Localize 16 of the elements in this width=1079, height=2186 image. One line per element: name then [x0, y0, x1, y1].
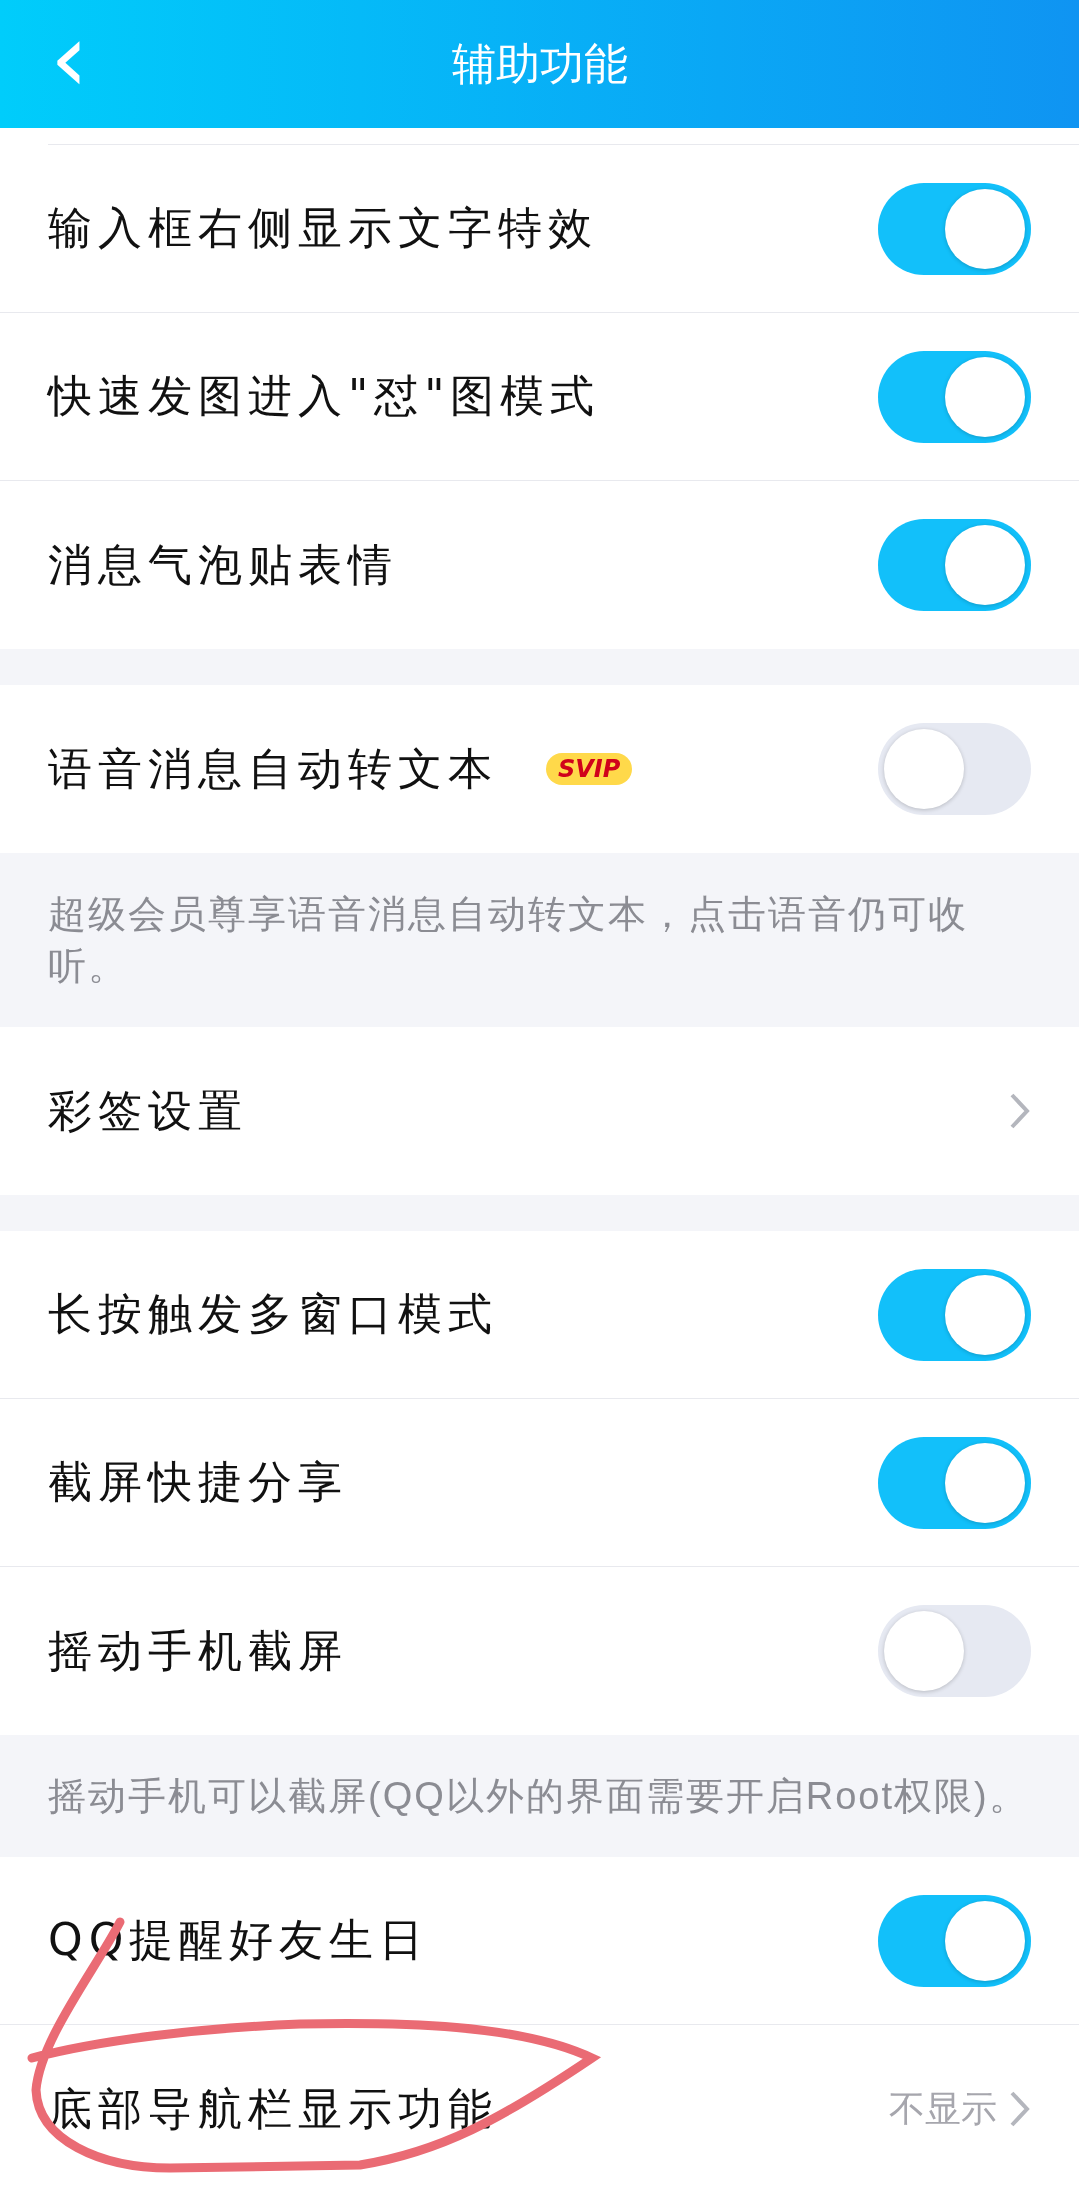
vip-badge: SVIP — [546, 753, 633, 785]
chevron-right-icon — [1009, 2090, 1031, 2128]
setting-label: 长按触发多窗口模式 — [48, 1287, 498, 1341]
setting-label: 彩签设置 — [48, 1083, 248, 1138]
setting-label: 快速发图进入"怼"图模式 — [48, 369, 601, 423]
setting-label: 输入框右侧显示文字特效 — [48, 201, 598, 255]
chevron-right-icon — [1009, 1092, 1031, 1130]
back-button[interactable]: ‹ — [40, 10, 99, 106]
setting-label: 截屏快捷分享 — [48, 1455, 348, 1509]
hint-text: 摇动手机可以截屏(QQ以外的界面需要开启Root权限)。 — [48, 1774, 1030, 1819]
hint-text: 超级会员尊享语音消息自动转文本，点击语音仍可收听。 — [48, 892, 969, 989]
setting-value: 不显示 — [889, 2086, 997, 2131]
setting-label: 消息气泡贴表情 — [48, 537, 398, 592]
page-title: 辅助功能 — [451, 36, 628, 91]
setting-label: 摇动手机截屏 — [48, 1623, 348, 1678]
setting-label: 语音消息自动转文本 — [48, 741, 498, 796]
